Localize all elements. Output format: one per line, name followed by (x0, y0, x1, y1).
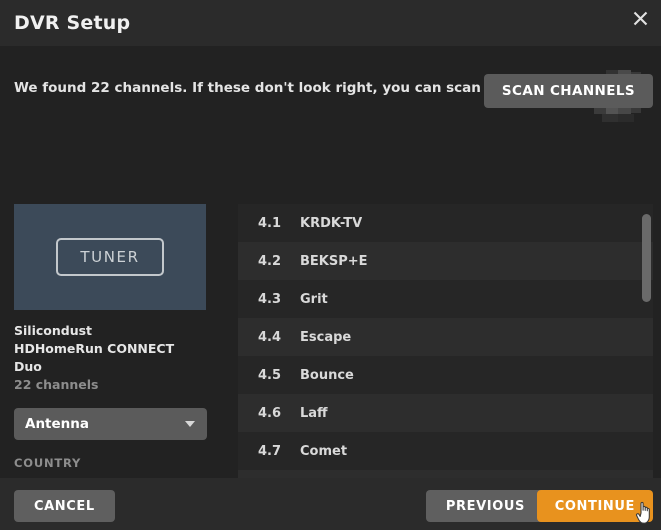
dialog-footer: CANCEL PREVIOUS CONTINUE (0, 478, 661, 530)
close-icon[interactable] (625, 3, 655, 33)
dialog-body: We found 22 channels. If these don't loo… (0, 46, 661, 478)
channel-row[interactable]: 4.5 Bounce (238, 356, 653, 394)
scan-result-text: We found 22 channels. If these don't loo… (14, 80, 533, 96)
dvr-setup-dialog: DVR Setup We found 22 channels. If these… (0, 0, 661, 530)
dialog-header: DVR Setup (0, 0, 661, 46)
channel-list-scrollbar-thumb[interactable] (642, 214, 651, 302)
channel-list-panel: 4.1 KRDK-TV 4.2 BEKSP+E 4.3 Grit 4.4 Escape 4.5 B… (238, 204, 653, 478)
channel-name: KRDK-TV (300, 215, 363, 231)
channel-name: Laff (300, 405, 328, 421)
channel-number: 4.3 (258, 291, 282, 307)
channel-number: 4.6 (258, 405, 282, 421)
scan-channels-button[interactable]: SCAN CHANNELS (483, 74, 653, 108)
channel-list-scrollbar[interactable] (642, 208, 651, 478)
channel-row[interactable]: 4.3 Grit (238, 280, 653, 318)
channel-row[interactable]: 4.8Buzzr (238, 470, 653, 478)
channel-name: Bounce (300, 367, 354, 383)
channel-number: 4.4 (258, 329, 282, 345)
chevron-down-icon (185, 421, 195, 427)
cancel-button[interactable]: CANCEL (14, 490, 115, 522)
channel-row[interactable]: 4.2 BEKSP+E (238, 242, 653, 280)
channel-name: Grit (300, 291, 328, 307)
source-select-value: Antenna (25, 416, 89, 432)
channel-number: 4.7 (258, 443, 282, 459)
channel-name: Escape (300, 329, 352, 345)
device-model: HDHomeRun CONNECT Duo (14, 341, 175, 374)
continue-button[interactable]: CONTINUE (536, 490, 653, 522)
device-brand: Silicondust (14, 323, 93, 338)
channel-row[interactable]: 4.6 Laff (238, 394, 653, 432)
notice-row: We found 22 channels. If these don't loo… (0, 74, 661, 120)
device-panel: TUNER Silicondust HDHomeRun CONNECT Duo … (14, 204, 207, 478)
source-select[interactable]: Antenna (14, 408, 207, 440)
channel-row[interactable]: 4.1 KRDK-TV (238, 204, 653, 242)
channel-row[interactable]: 4.7 Comet (238, 432, 653, 470)
channel-number: 4.2 (258, 253, 282, 269)
previous-button[interactable]: PREVIOUS (425, 490, 545, 522)
channel-list[interactable]: 4.1 KRDK-TV 4.2 BEKSP+E 4.3 Grit 4.4 Escape 4.5 B… (238, 204, 653, 478)
channel-name: Comet (300, 443, 348, 459)
channel-row[interactable]: 4.4 Escape (238, 318, 653, 356)
channel-number: 4.1 (258, 215, 282, 231)
channel-name: BEKSP+E (300, 253, 368, 269)
page-title: DVR Setup (14, 12, 131, 34)
tuner-thumbnail: TUNER (14, 204, 206, 310)
channel-number: 4.5 (258, 367, 282, 383)
device-channel-count: 22 channels (14, 377, 99, 392)
country-label: COUNTRY (14, 456, 82, 470)
tuner-badge-label: TUNER (56, 238, 164, 276)
content-columns: TUNER Silicondust HDHomeRun CONNECT Duo … (0, 204, 661, 478)
